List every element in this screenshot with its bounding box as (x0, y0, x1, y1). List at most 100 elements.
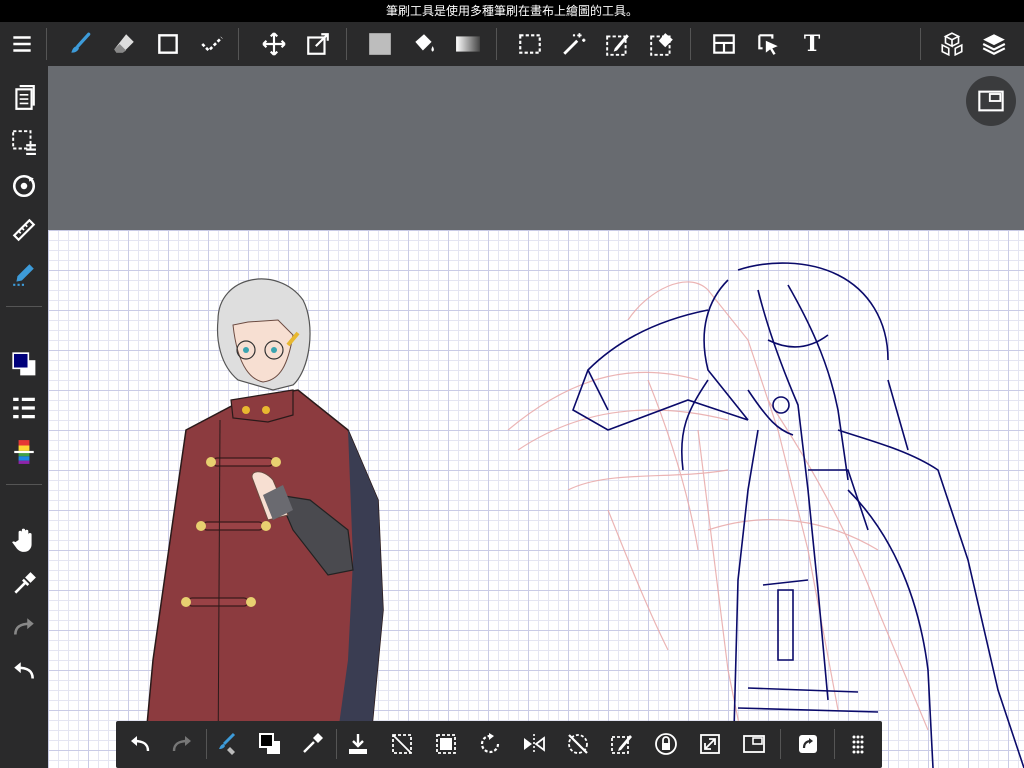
gradient-tool-button[interactable] (448, 22, 488, 66)
left-toolbar (0, 66, 48, 768)
fullscreen-button[interactable] (690, 724, 730, 764)
brush-list-button[interactable] (0, 388, 48, 428)
share-button[interactable] (788, 724, 828, 764)
layers-icon (982, 34, 1006, 55)
undo-icon (14, 662, 34, 679)
move-icon (262, 32, 286, 56)
flip-icon (524, 734, 545, 754)
gradient-icon (456, 36, 480, 52)
brush-list-icon (13, 397, 35, 419)
import-icon (349, 734, 367, 754)
eyedropper-icon (303, 733, 323, 753)
color-palette-button[interactable] (0, 432, 48, 472)
color-swap-button[interactable] (250, 724, 290, 764)
more-icon (852, 735, 864, 754)
brush-eraser-toggle-icon (219, 732, 236, 755)
fill-color-icon (369, 33, 391, 55)
text-tool-button[interactable]: T (792, 22, 832, 66)
magic-wand-button[interactable] (554, 22, 594, 66)
text-icon: T (803, 31, 821, 57)
page-manager-button[interactable] (0, 78, 48, 118)
eyedropper-icon (14, 572, 36, 594)
rotate-icon (480, 733, 500, 754)
eraser-icon (114, 34, 134, 53)
reference-window-button[interactable] (734, 724, 774, 764)
fill-color-button[interactable] (360, 22, 400, 66)
transform-tool-button[interactable] (298, 22, 338, 66)
shape-tool-button[interactable] (148, 22, 188, 66)
drawing-canvas[interactable] (48, 230, 1024, 768)
select-pen-icon (606, 34, 629, 56)
magic-wand-icon (563, 33, 586, 55)
undo-icon (131, 736, 150, 752)
deselect-button[interactable] (558, 724, 598, 764)
transform-icon (307, 33, 329, 55)
ruler-icon (12, 218, 36, 242)
lock-alpha-icon (655, 733, 677, 755)
smudge-tool-button[interactable] (192, 22, 232, 66)
artwork-illustration (142, 262, 1024, 768)
color-swatch-icon (12, 352, 36, 376)
select-rect-button[interactable] (510, 22, 550, 66)
page-icon (15, 85, 35, 110)
selection-pen-button[interactable] (602, 724, 642, 764)
select-eraser-button[interactable] (642, 22, 682, 66)
app-window: 筆刷工具是使用多種筆刷在畫布上繪圖的工具。 T (0, 0, 1024, 768)
eyedropper-button[interactable] (0, 564, 48, 604)
tooltip-bar: 筆刷工具是使用多種筆刷在畫布上繪圖的工具。 (0, 0, 1024, 22)
import-button[interactable] (338, 724, 378, 764)
layers-button[interactable] (974, 22, 1014, 66)
redo-icon (172, 736, 191, 752)
select-all-button[interactable] (426, 724, 466, 764)
workspace-background (48, 66, 1024, 230)
rotate-button[interactable] (470, 724, 510, 764)
move-tool-button[interactable] (254, 22, 294, 66)
operation-button[interactable] (748, 22, 788, 66)
bottom-toolbar (116, 721, 882, 768)
color-palette-icon (14, 440, 34, 464)
frame-divider-button[interactable] (704, 22, 744, 66)
eraser-tool-button[interactable] (104, 22, 144, 66)
undo-button[interactable] (120, 724, 160, 764)
color-swatch-button[interactable] (0, 344, 48, 384)
brush-tool-button[interactable] (60, 22, 100, 66)
clear-icon (392, 734, 412, 754)
selection-pen-icon (611, 735, 632, 754)
3d-material-button[interactable] (932, 22, 972, 66)
redo-button[interactable] (162, 724, 202, 764)
selection-layer-button[interactable] (0, 122, 48, 162)
smudge-icon (201, 36, 223, 53)
more-button[interactable] (838, 724, 878, 764)
view-toggle-button[interactable] (966, 76, 1016, 126)
frame-divider-icon (713, 34, 735, 54)
ruler-button[interactable] (0, 210, 48, 250)
select-pen-button[interactable] (598, 22, 638, 66)
select-eraser-icon (650, 33, 673, 56)
top-toolbar: T (0, 22, 1024, 66)
rotate-canvas-icon (12, 174, 36, 198)
color-swap-icon (259, 733, 280, 754)
snap-pen-icon (13, 264, 34, 286)
eyedropper-button-bottom[interactable] (292, 724, 332, 764)
operation-icon (758, 34, 778, 55)
brush-icon (71, 32, 91, 53)
snap-pen-button[interactable] (0, 254, 48, 294)
undo-button-left[interactable] (0, 652, 48, 692)
reference-window-icon (743, 735, 765, 753)
clear-button[interactable] (382, 724, 422, 764)
flip-button[interactable] (514, 724, 554, 764)
hand-icon (12, 528, 32, 552)
lock-alpha-button[interactable] (646, 724, 686, 764)
menu-icon (13, 36, 31, 52)
deselect-icon (568, 734, 588, 754)
share-icon (799, 735, 817, 753)
3d-material-icon (941, 32, 963, 57)
bucket-tool-button[interactable] (404, 22, 444, 66)
brush-eraser-toggle-button[interactable] (208, 724, 248, 764)
tooltip-text: 筆刷工具是使用多種筆刷在畫布上繪圖的工具。 (385, 4, 638, 18)
shape-icon (158, 34, 178, 54)
rotate-canvas-button[interactable] (0, 166, 48, 206)
hand-tool-button[interactable] (0, 520, 48, 560)
redo-button-left[interactable] (0, 608, 48, 648)
menu-button[interactable] (2, 22, 42, 66)
